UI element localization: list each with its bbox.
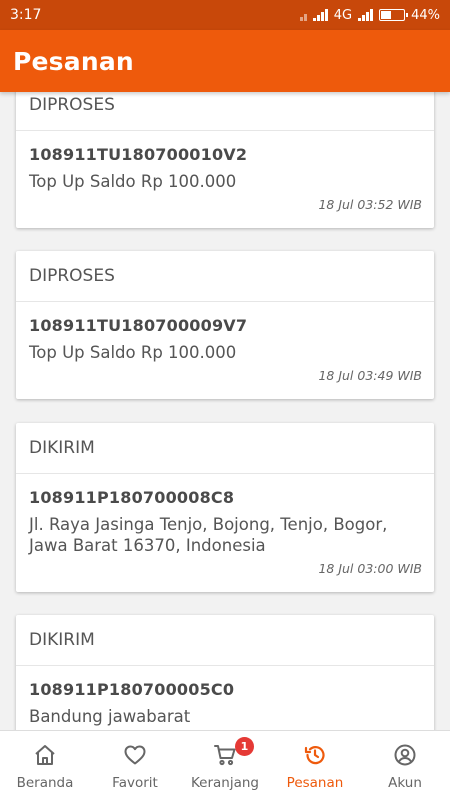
signal-strength-icon-2 [358, 9, 374, 21]
cart-icon [214, 745, 236, 766]
order-body: 108911P180700008C8 Jl. Raya Jasinga Tenj… [16, 474, 434, 592]
order-time: 18 Jul 03:52 WIB [318, 197, 422, 212]
order-id: 108911TU180700009V7 [29, 316, 248, 335]
status-bar: 3:17 4G 44% [0, 0, 450, 30]
signal-icon [299, 9, 307, 21]
order-status: DIKIRIM [16, 615, 434, 666]
order-body: 108911TU180700009V7 Top Up Saldo Rp 100.… [16, 302, 434, 399]
nav-item-beranda[interactable]: Beranda [0, 731, 90, 800]
nav-label: Akun [388, 775, 422, 791]
signal-strength-icon [312, 9, 328, 21]
order-description: Top Up Saldo Rp 100.000 [29, 343, 237, 362]
order-id: 108911TU180700010V2 [29, 145, 248, 164]
nav-item-akun[interactable]: Akun [360, 731, 450, 800]
order-status: DIPROSES [16, 251, 434, 302]
status-time: 3:17 [10, 7, 42, 23]
heart-icon [124, 745, 146, 765]
order-card[interactable]: DIPROSES 108911TU180700009V7 Top Up Sald… [16, 251, 434, 399]
nav-item-keranjang[interactable]: 1 Keranjang [180, 731, 270, 800]
history-icon [304, 746, 325, 765]
nav-label: Keranjang [190, 775, 259, 791]
bottom-nav: Beranda Favorit 1 Keranjang Pesanan Akun [0, 730, 450, 800]
nav-item-pesanan[interactable]: Pesanan [270, 731, 360, 800]
nav-label: Beranda [16, 775, 74, 791]
account-icon [394, 744, 416, 766]
orders-list[interactable]: DIPROSES 108911TU180700010V2 Top Up Sald… [0, 92, 450, 730]
order-description: Bandung jawabarat [29, 707, 191, 726]
order-card[interactable]: DIPROSES 108911TU180700010V2 Top Up Sald… [16, 92, 434, 228]
order-description: Jl. Raya Jasinga Tenjo, Bojong, Tenjo, B… [29, 515, 388, 555]
order-status: DIPROSES [16, 92, 434, 131]
order-body: 108911TU180700010V2 Top Up Saldo Rp 100.… [16, 131, 434, 228]
order-description: Top Up Saldo Rp 100.000 [29, 172, 237, 191]
app-bar: Pesanan [0, 30, 450, 92]
status-indicators: 4G 44% [299, 7, 440, 23]
order-time: 18 Jul 03:00 WIB [318, 561, 422, 576]
battery-icon [379, 9, 409, 21]
order-id: 108911P180700005C0 [29, 680, 235, 699]
order-card[interactable]: DIKIRIM 108911P180700005C0 Bandung jawab… [16, 615, 434, 730]
nav-label: Pesanan [286, 775, 344, 791]
network-type: 4G [333, 7, 353, 23]
order-time: 18 Jul 03:49 WIB [318, 368, 422, 383]
order-body: 108911P180700005C0 Bandung jawabarat [16, 666, 434, 730]
order-status: DIKIRIM [16, 423, 434, 474]
home-icon [35, 745, 55, 765]
nav-label: Favorit [112, 775, 158, 791]
order-id: 108911P180700008C8 [29, 488, 235, 507]
battery-percent: 44% [411, 7, 440, 23]
order-card[interactable]: DIKIRIM 108911P180700008C8 Jl. Raya Jasi… [16, 423, 434, 592]
cart-badge: 1 [235, 737, 254, 756]
nav-item-favorit[interactable]: Favorit [90, 731, 180, 800]
page-title: Pesanan [13, 46, 134, 76]
